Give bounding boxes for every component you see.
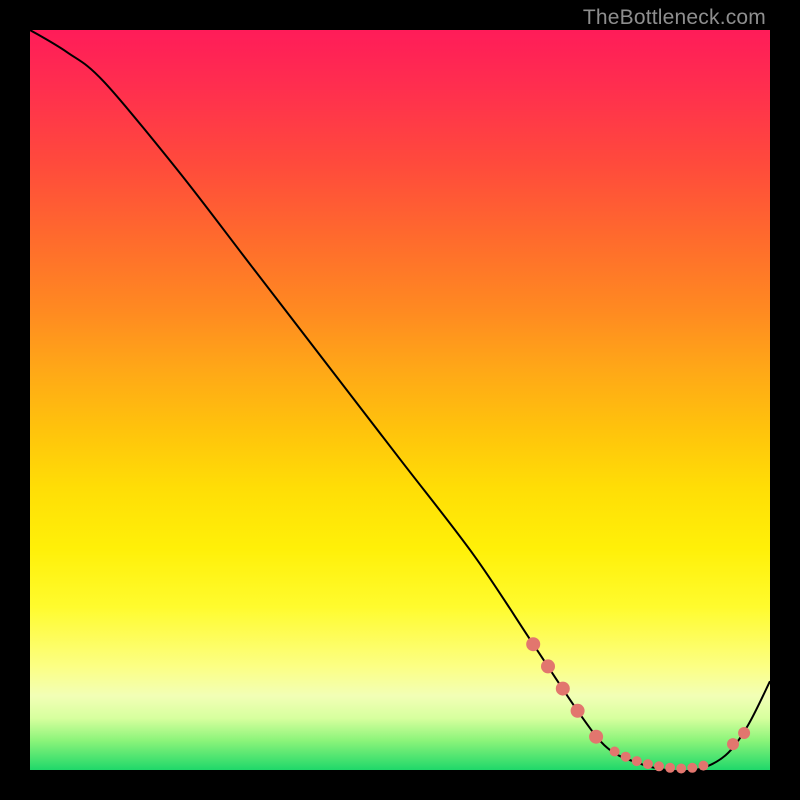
data-marker: [556, 682, 570, 696]
data-markers: [526, 637, 750, 773]
curve-svg: [30, 30, 770, 770]
data-marker: [621, 752, 631, 762]
data-marker: [589, 730, 603, 744]
data-marker: [571, 704, 585, 718]
data-marker: [738, 727, 750, 739]
data-marker: [687, 763, 697, 773]
data-marker: [665, 763, 675, 773]
data-marker: [541, 659, 555, 673]
data-marker: [610, 747, 620, 757]
data-marker: [654, 761, 664, 771]
data-marker: [632, 756, 642, 766]
data-marker: [676, 764, 686, 774]
data-marker: [727, 738, 739, 750]
plot-area: [30, 30, 770, 770]
data-marker: [526, 637, 540, 651]
data-marker: [698, 761, 708, 771]
watermark-text: TheBottleneck.com: [583, 6, 766, 30]
bottleneck-curve: [30, 30, 770, 771]
data-marker: [643, 759, 653, 769]
chart-frame: TheBottleneck.com: [0, 0, 800, 800]
curve-line: [30, 30, 770, 771]
